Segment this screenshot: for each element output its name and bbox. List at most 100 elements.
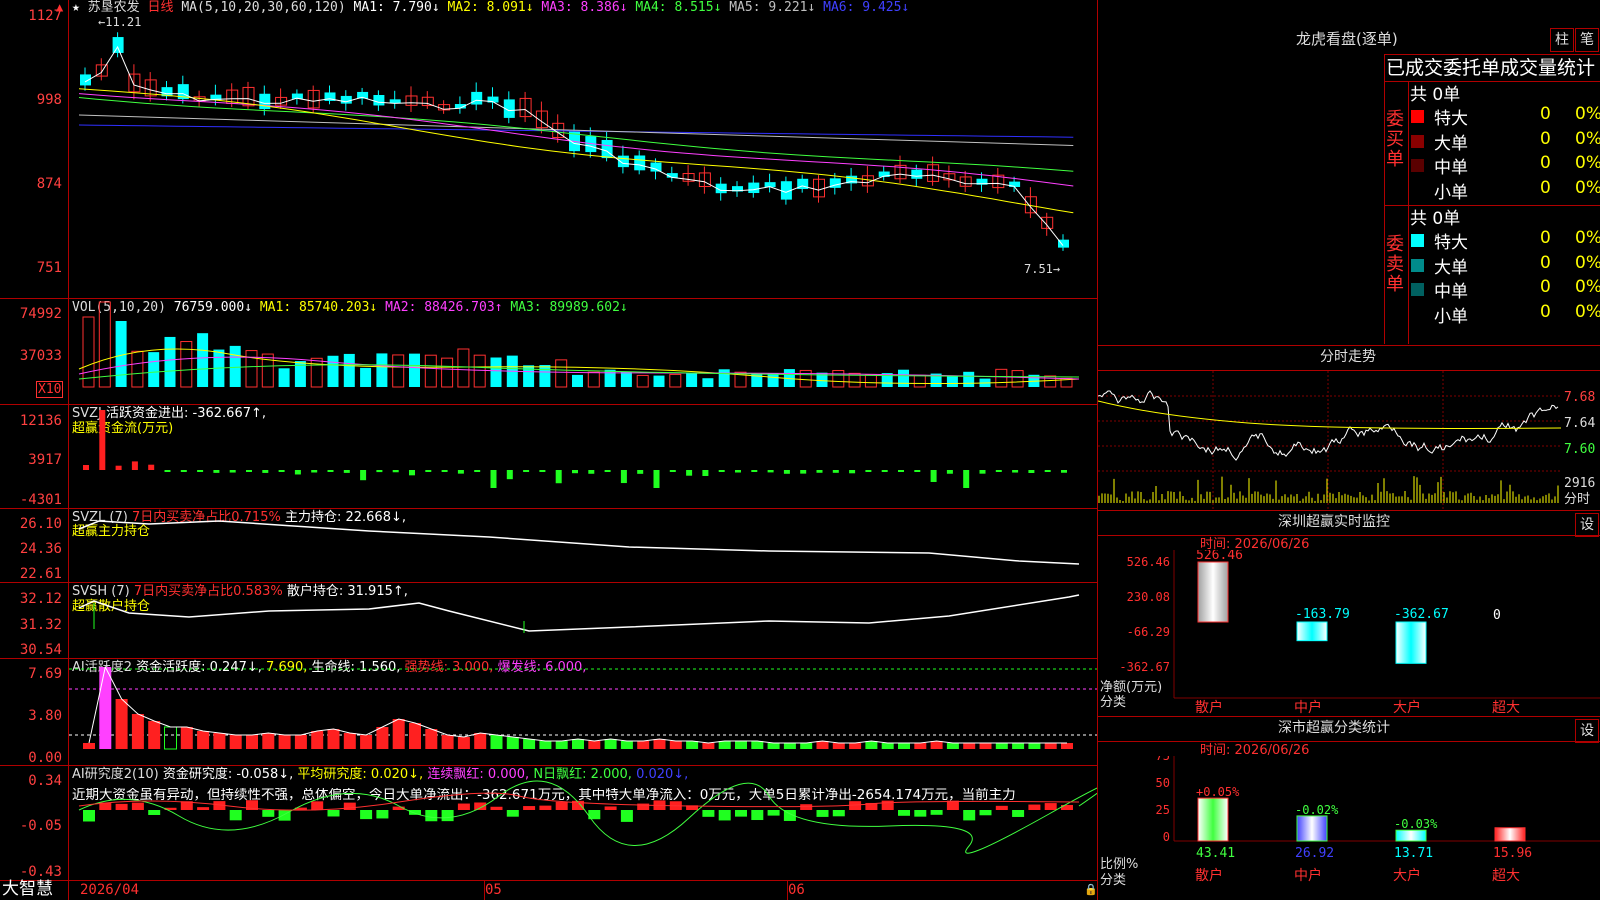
ratio-delta: -0.03% — [1394, 817, 1438, 831]
activity-bar — [751, 741, 764, 749]
separator — [1384, 54, 1385, 344]
activity-bar — [800, 743, 813, 749]
volume-bar-down — [686, 373, 698, 387]
volume-bar-up — [82, 316, 95, 388]
volume-bar-up — [180, 341, 193, 388]
classify-xlabel: 分类 — [1100, 873, 1127, 888]
ratio-bar — [1494, 827, 1526, 842]
flow-bar-out — [963, 470, 970, 488]
research-bar-green — [327, 810, 340, 817]
ratio-bar-chart[interactable]: 75 50 25 0 +0.05% 43.41 散户 -0.02% 26.92 中户 -0.03% 1… — [1098, 756, 1600, 900]
volume-bar-down — [327, 355, 339, 387]
flow-bar-out — [930, 470, 937, 482]
classify-settings-button[interactable]: 设 — [1575, 719, 1599, 743]
volume-chart[interactable] — [69, 299, 1097, 404]
volume-bar-up — [636, 374, 649, 388]
volume-bar-down — [702, 378, 714, 387]
flow-bar-out — [1028, 470, 1035, 473]
tick-mode-button[interactable]: 笔 — [1575, 28, 1599, 52]
research-bar-green — [702, 810, 715, 817]
category-label: 中户 — [1294, 867, 1322, 884]
volume-bar-up — [457, 348, 470, 388]
activity-bar — [83, 743, 95, 749]
research-bar-green — [914, 810, 927, 817]
flow-bar-out — [604, 470, 611, 472]
order-size-label: 小单 — [1434, 306, 1468, 327]
flow-bar-out — [197, 470, 204, 472]
order-percent: 0% — [1575, 277, 1600, 297]
activity-bar — [1028, 743, 1041, 749]
flow-bar-out — [588, 470, 595, 474]
activity-bar — [653, 739, 666, 749]
activity-bar — [327, 729, 340, 749]
flow-bar-out — [294, 470, 301, 475]
activity-bar — [262, 733, 275, 749]
activity-bar — [131, 714, 144, 749]
fund-flow-chart[interactable] — [69, 405, 1097, 508]
main-force-chart[interactable] — [69, 509, 1097, 582]
sell-total: 共 0单 — [1410, 209, 1461, 229]
monitor-xlabel: 分类 — [1100, 695, 1127, 710]
order-count: 0 — [1540, 277, 1551, 297]
activity-bar — [164, 726, 177, 750]
research-bar-green — [360, 810, 373, 820]
order-size-label: 中单 — [1434, 282, 1468, 302]
research-bar-green — [229, 810, 242, 821]
activity-bar — [294, 735, 307, 749]
scroll-up-icon[interactable]: ▲ — [56, 0, 63, 15]
research-bar-green — [930, 810, 943, 815]
vol-unit-badge: X10 — [36, 381, 64, 398]
order-size-label: 小单 — [1434, 182, 1468, 203]
research-bar-red — [1044, 803, 1057, 810]
net-flow-bar-chart[interactable]: 526.46 230.08 -66.29 -362.67 526.46 散户 -163.79… — [1098, 550, 1600, 715]
separator — [1384, 54, 1600, 55]
monitor-settings-button[interactable]: 设 — [1575, 513, 1599, 537]
price-axis-label: 1127 — [28, 8, 62, 24]
research-bar-green — [376, 810, 389, 819]
activity-bar — [702, 743, 715, 749]
research-bar-green — [735, 810, 747, 817]
activity-bar — [474, 733, 487, 749]
order-percent: 0% — [1575, 252, 1600, 273]
ai-research-chart[interactable] — [69, 766, 1097, 880]
monitor-axis-label: -362.67 — [1119, 660, 1170, 674]
flow-bar-out — [409, 470, 415, 476]
ai-activity-chart[interactable] — [69, 659, 1097, 765]
flow-bar-out — [278, 470, 285, 472]
activity-bar — [620, 741, 633, 749]
price-line — [1098, 390, 1559, 461]
vol-axis-label: 37033 — [19, 348, 62, 364]
flow-bar-out — [490, 470, 497, 488]
price-axis-label: 751 — [36, 260, 62, 276]
lock-icon[interactable]: 🔒 — [1084, 882, 1098, 897]
net-flow-value: -163.79 — [1295, 607, 1350, 622]
retail-hold-chart[interactable] — [69, 583, 1097, 658]
classify-ylabel: 比例% — [1100, 857, 1139, 872]
date-label: 06 — [788, 882, 805, 898]
monitor-axis-label: 230.08 — [1127, 590, 1170, 604]
research-bar-red — [115, 803, 128, 810]
volume-bar-up — [98, 301, 111, 388]
candle-body-down — [112, 37, 124, 53]
volume-bar-up — [131, 350, 144, 388]
ratio-delta: +0.05% — [1196, 785, 1240, 799]
classify-axis-label: 25 — [1156, 803, 1170, 817]
separator — [1098, 741, 1600, 742]
volume-bar-down — [376, 353, 388, 387]
brand-logo[interactable]: 大智慧 — [2, 881, 53, 898]
date-tick — [484, 880, 485, 900]
candlestick-chart[interactable] — [69, 0, 1097, 298]
intraday-chart[interactable] — [1098, 371, 1561, 509]
activity-bar — [588, 741, 601, 749]
intraday-title: 分时走势 — [1320, 349, 1376, 365]
order-size-label: 大单 — [1434, 257, 1468, 278]
classify-axis-label: 50 — [1156, 776, 1170, 790]
volume-bar-down — [197, 333, 209, 387]
buy-total: 共 0单 — [1410, 85, 1461, 105]
flow-bar-out — [735, 470, 741, 473]
order-count: 0 — [1540, 104, 1551, 124]
flow-bar-out — [979, 470, 986, 474]
activity-bar — [278, 735, 291, 749]
column-mode-button[interactable]: 柱 — [1550, 28, 1574, 52]
svzj-axis-label: -4301 — [19, 492, 62, 508]
